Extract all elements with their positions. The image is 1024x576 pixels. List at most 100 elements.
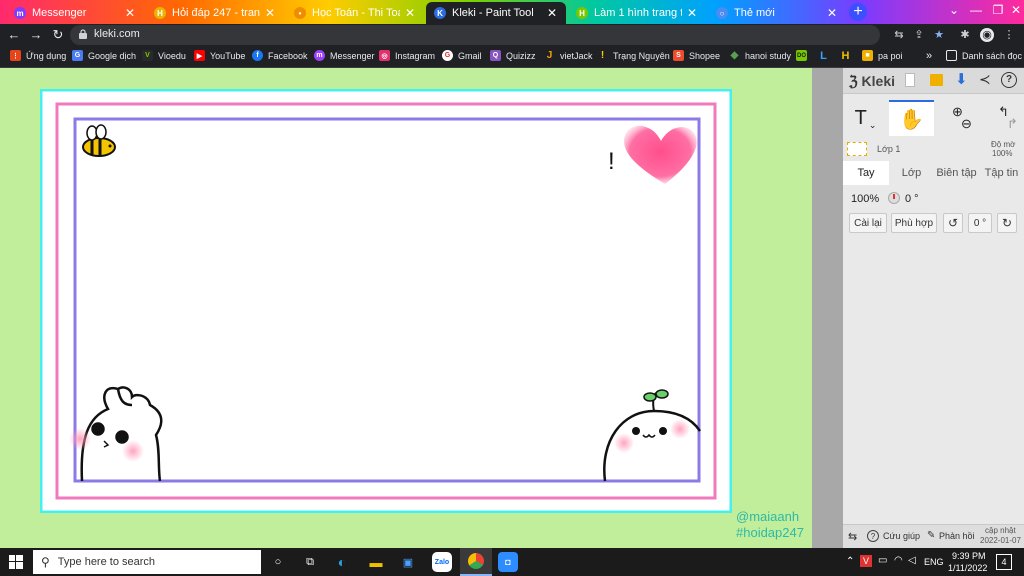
youtube-icon: ▶: [194, 50, 205, 61]
minimize-icon[interactable]: —: [966, 3, 986, 17]
save-icon[interactable]: [930, 74, 943, 86]
close-icon[interactable]: ✕: [404, 6, 416, 20]
bookmark-quizizz[interactable]: Q Quizizz: [490, 50, 536, 61]
cortana-icon[interactable]: ○: [268, 552, 288, 572]
share-icon[interactable]: ≺: [979, 71, 991, 88]
bookmark-do[interactable]: DO: [796, 50, 812, 61]
rotation-input[interactable]: 0 °: [968, 213, 992, 233]
notification-center-icon[interactable]: 4: [996, 554, 1012, 570]
tab-hoctoan[interactable]: • Học Toán - Thi Toán - Đấu ✕: [286, 2, 424, 24]
bookmark-trang-nguyen[interactable]: ! Trạng Nguyên: [597, 50, 670, 61]
bookmark-vioedu[interactable]: V Vioedu: [142, 50, 186, 61]
windows-start-icon[interactable]: [6, 552, 26, 572]
zoom-out-icon[interactable]: ⊖: [961, 117, 972, 130]
reset-button[interactable]: Cài lại: [849, 213, 887, 233]
bookmark-apps[interactable]: ⋮ Ứng dụng: [10, 50, 66, 61]
canvas-area[interactable]: ! @maiaanh #hoidap247: [0, 68, 812, 548]
file-explorer-icon[interactable]: ▬: [366, 552, 386, 572]
bookmark-pa-poi[interactable]: ■ pa poi: [862, 50, 903, 61]
rotate-left-icon[interactable]: ↺: [943, 213, 963, 233]
download-icon[interactable]: ⬇: [955, 70, 968, 88]
bookmark-shopee[interactable]: S Shopee: [673, 50, 720, 61]
windows-logo-icon: [9, 555, 23, 569]
bookmark-h[interactable]: H: [840, 50, 856, 62]
hanoi-study-icon: ◆: [730, 50, 739, 61]
clock-date[interactable]: 1/11/2022: [948, 563, 987, 573]
bookmark-messenger[interactable]: m Messenger: [314, 50, 375, 61]
tab-layers[interactable]: Lớp: [889, 161, 934, 185]
fit-button[interactable]: Phù hợp: [891, 213, 937, 233]
edge-icon[interactable]: ◐: [332, 552, 352, 572]
wifi-icon[interactable]: ◠: [894, 555, 903, 566]
star-icon[interactable]: ★: [932, 28, 946, 42]
redo-icon[interactable]: ↱: [1007, 117, 1018, 130]
close-icon[interactable]: ✕: [264, 6, 276, 20]
bookmarks-more[interactable]: »: [926, 50, 932, 62]
close-icon[interactable]: ✕: [826, 6, 838, 20]
translate-icon[interactable]: ⇆: [892, 28, 906, 42]
store-icon[interactable]: ▣: [398, 552, 418, 572]
bookmarks-bar: ⋮ Ứng dụng G Google dịch V Vioedu ▶ YouTube …: [0, 46, 1024, 68]
kleki-logo[interactable]: ℨ Kleki: [849, 73, 895, 90]
tab-hoidap[interactable]: H Hỏi đáp 247 - trang tra lời ✕: [146, 2, 284, 24]
bookmark-youtube[interactable]: ▶ YouTube: [194, 50, 245, 61]
chrome-taskbar-icon[interactable]: [460, 548, 492, 576]
network-icon[interactable]: ▭: [878, 555, 887, 566]
share-icon[interactable]: ⇪: [912, 28, 926, 42]
bookmark-facebook[interactable]: f Facebook: [252, 50, 308, 61]
tab-lam-hinh[interactable]: H Làm 1 hình trang trí xng qu ✕: [568, 2, 706, 24]
close-icon[interactable]: ✕: [124, 6, 136, 20]
reading-list[interactable]: Danh sách đọc: [946, 50, 1022, 61]
bookmark-gmail[interactable]: G Gmail: [442, 50, 482, 61]
clock-time[interactable]: 9:39 PM: [952, 551, 986, 561]
window-close-icon[interactable]: ✕: [1006, 3, 1024, 17]
bookmark-l[interactable]: L: [818, 50, 834, 62]
avatar[interactable]: ◉: [980, 28, 994, 42]
back-icon[interactable]: ←: [6, 27, 22, 42]
tab-messenger[interactable]: m Messenger ✕: [6, 2, 144, 24]
purple-border: [73, 117, 701, 483]
reload-icon[interactable]: ↻: [50, 27, 66, 43]
drawing-canvas[interactable]: !: [39, 88, 733, 514]
bookmark-label: Google dịch: [88, 50, 137, 61]
zoom-app-icon[interactable]: ◘: [498, 552, 518, 572]
forward-icon[interactable]: →: [28, 27, 44, 42]
tray-chevron-icon[interactable]: ⌃: [846, 556, 854, 567]
rotation-dial-icon[interactable]: [888, 192, 900, 204]
tab-file[interactable]: Tập tin: [979, 161, 1024, 185]
bookmark-instagram[interactable]: ◎ Instagram: [379, 50, 435, 61]
tab-kleki[interactable]: K Kleki - Paint Tool ✕: [426, 2, 566, 24]
tab-hand[interactable]: Tay: [843, 161, 889, 185]
chevron-down-icon[interactable]: ⌄: [944, 3, 964, 17]
hand-tool-icon[interactable]: ✋: [889, 100, 934, 136]
text-tool-icon[interactable]: T ⌄: [843, 100, 888, 136]
language-indicator[interactable]: ENG: [924, 557, 944, 567]
new-tab-button[interactable]: +: [849, 3, 867, 21]
swap-icon[interactable]: ⇆: [848, 530, 857, 543]
bookmark-google-translate[interactable]: G Google dịch: [72, 50, 136, 61]
close-icon[interactable]: ✕: [686, 6, 698, 20]
feedback-button[interactable]: Phản hồi: [939, 531, 975, 541]
zalo-icon[interactable]: Zalo: [432, 552, 452, 572]
restore-icon[interactable]: ❐: [988, 3, 1008, 17]
help-icon[interactable]: ?: [1001, 72, 1017, 88]
rotate-right-icon[interactable]: ↻: [997, 213, 1017, 233]
tab-new[interactable]: ○ Thẻ mới ✕: [708, 2, 846, 24]
more-menu-icon[interactable]: ⋮: [1002, 28, 1016, 42]
zoom-icon[interactable]: ⊕ ⊖: [935, 100, 980, 136]
undo-redo-icon[interactable]: ↰ ↱: [981, 100, 1024, 136]
close-icon[interactable]: ✕: [546, 6, 558, 20]
bookmark-hanoi-study[interactable]: ◆ hanoi study: [729, 50, 791, 61]
taskbar-search-input[interactable]: ⚲ Type here to search: [33, 550, 261, 574]
new-file-icon[interactable]: [905, 73, 915, 87]
bookmark-vietjack[interactable]: JvietJack: [544, 50, 593, 61]
volume-icon[interactable]: ◁: [908, 555, 916, 566]
antivirus-icon[interactable]: V: [860, 555, 872, 567]
help-button[interactable]: Cứu giúp: [883, 531, 920, 541]
vioedu-icon: V: [142, 50, 153, 61]
url-input[interactable]: kleki.com: [70, 25, 880, 45]
layer-thumbnail[interactable]: [847, 142, 867, 156]
tab-edit[interactable]: Biên tập: [934, 161, 979, 185]
extensions-icon[interactable]: ✱: [958, 28, 972, 42]
task-view-icon[interactable]: ⧉: [300, 552, 320, 572]
